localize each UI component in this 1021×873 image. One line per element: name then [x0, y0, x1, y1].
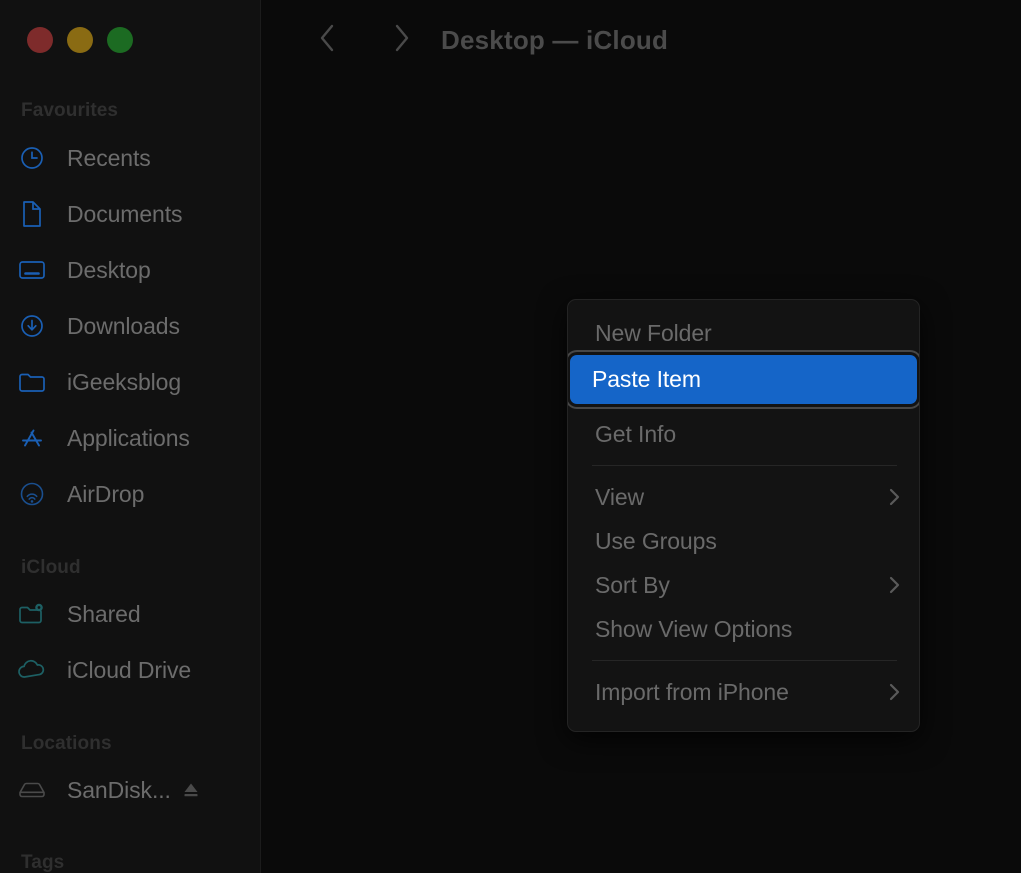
- menu-separator: [592, 465, 897, 466]
- airdrop-icon: [16, 480, 48, 508]
- sidebar-item-label: Applications: [67, 424, 190, 451]
- page-title: Desktop — iCloud: [441, 25, 669, 55]
- sidebar-item-icloud-drive[interactable]: iCloud Drive: [16, 652, 252, 688]
- chevron-left-icon: [315, 21, 341, 60]
- sidebar-item-label: Recents: [67, 144, 151, 171]
- sidebar-item-shared[interactable]: Shared: [16, 596, 252, 632]
- zoom-button[interactable]: [107, 27, 133, 53]
- context-menu: New Folder Paste Item Get Info View Use …: [567, 299, 920, 732]
- sidebar-item-label: iGeeksblog: [67, 368, 182, 395]
- sidebar-item-airdrop[interactable]: AirDrop: [16, 476, 252, 512]
- sidebar-item-label: Documents: [67, 200, 183, 227]
- sidebar-item-label: Shared: [67, 600, 141, 627]
- cloud-icon: [16, 656, 48, 684]
- traffic-light-buttons: [27, 27, 133, 53]
- menu-item-label: View: [595, 483, 645, 510]
- sidebar-item-documents[interactable]: Documents: [16, 196, 252, 232]
- document-icon: [16, 200, 48, 228]
- menu-item-import-from-iphone[interactable]: Import from iPhone: [573, 670, 914, 714]
- clock-icon: [16, 144, 48, 172]
- toolbar: Desktop — iCloud: [261, 0, 1021, 80]
- external-drive-icon: [16, 776, 48, 804]
- menu-item-label: Paste Item: [592, 366, 701, 392]
- menu-item-sort-by[interactable]: Sort By: [573, 563, 914, 607]
- sidebar-item-recents[interactable]: Recents: [16, 140, 252, 176]
- menu-item-label: Import from iPhone: [595, 678, 789, 705]
- sidebar-item-igeeksblog[interactable]: iGeeksblog: [16, 364, 252, 400]
- chevron-right-icon: [886, 574, 902, 596]
- download-icon: [16, 312, 48, 340]
- menu-item-label: Get Info: [595, 420, 677, 447]
- chevron-right-icon: [886, 681, 902, 703]
- menu-item-label: Sort By: [595, 571, 670, 598]
- sidebar-section-favourites: Favourites: [21, 100, 119, 121]
- finder-window: Favourites Recents Documents Desktop Dow…: [0, 0, 1021, 873]
- menu-item-label: New Folder: [595, 319, 712, 346]
- sidebar-item-desktop[interactable]: Desktop: [16, 252, 252, 288]
- menu-item-view[interactable]: View: [573, 475, 914, 519]
- sidebar-item-label: iCloud Drive: [67, 656, 192, 683]
- sidebar-item-label: Desktop: [67, 256, 151, 283]
- menu-item-get-info[interactable]: Get Info: [573, 412, 914, 456]
- chevron-right-icon: [388, 21, 414, 60]
- folder-icon: [16, 368, 48, 396]
- sidebar-item-label: SanDisk...: [67, 776, 171, 803]
- minimize-button[interactable]: [67, 27, 93, 53]
- sidebar-section-icloud: iCloud: [21, 557, 81, 578]
- sidebar-item-sandisk[interactable]: SanDisk...: [16, 772, 252, 808]
- sidebar-item-applications[interactable]: Applications: [16, 420, 252, 456]
- menu-item-new-folder[interactable]: New Folder: [573, 311, 914, 355]
- sidebar-item-downloads[interactable]: Downloads: [16, 308, 252, 344]
- chevron-right-icon: [886, 486, 902, 508]
- menu-item-show-view-options[interactable]: Show View Options: [573, 607, 914, 651]
- menu-item-label: Use Groups: [595, 527, 717, 554]
- eject-icon[interactable]: [181, 780, 201, 800]
- shared-folder-icon: [16, 600, 48, 628]
- menu-spacer: [568, 404, 919, 412]
- close-button[interactable]: [27, 27, 53, 53]
- desktop-icon: [16, 256, 48, 284]
- sidebar-item-label: AirDrop: [67, 480, 145, 507]
- back-button[interactable]: [306, 18, 350, 62]
- sidebar: Favourites Recents Documents Desktop Dow…: [0, 0, 261, 873]
- app-store-icon: [16, 424, 48, 452]
- menu-item-paste-item[interactable]: Paste Item: [570, 355, 917, 404]
- sidebar-section-tags: Tags: [21, 852, 65, 873]
- sidebar-item-label: Downloads: [67, 312, 180, 339]
- sidebar-section-locations: Locations: [21, 733, 112, 754]
- menu-separator: [592, 660, 897, 661]
- menu-item-use-groups[interactable]: Use Groups: [573, 519, 914, 563]
- forward-button[interactable]: [379, 18, 423, 62]
- menu-item-label: Show View Options: [595, 615, 793, 642]
